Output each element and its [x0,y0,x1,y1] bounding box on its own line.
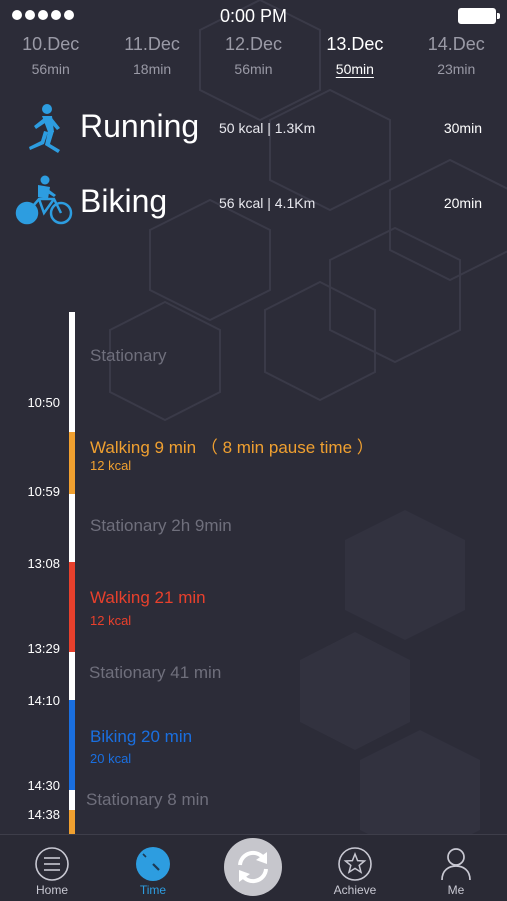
timeline-entry-kcal: 12 kcal [90,613,132,628]
battery-icon [458,8,500,24]
timeline-time: 13:29 [27,641,60,656]
clock-icon [136,847,170,881]
date-duration: 23min [437,61,476,77]
date-label: 10.Dec [22,34,80,54]
timeline-segment-biking [69,700,75,790]
tab-label: Home [35,883,68,897]
star-badge-icon [338,847,372,881]
timeline-time: 10:50 [27,395,60,410]
tab-label: Time [139,883,167,897]
timeline-segment-walking-paused [69,432,75,494]
status-bar: 0:00 PM [0,0,507,30]
sync-icon [238,850,268,884]
activity-duration: 30min [443,120,482,136]
tab-achieve[interactable]: Achieve [315,835,395,901]
activity-stats: 50 kcal | 1.3Km [219,120,316,136]
timeline-segment-stationary [69,312,75,432]
activity-duration: 20min [443,195,482,211]
running-icon [29,104,60,153]
date-duration: 50min [335,61,374,77]
date-label: 12.Dec [224,34,282,54]
date-tab-14-dec[interactable]: 14.Dec 23min [406,32,507,84]
activity-name: Running [80,108,200,144]
date-tab-11-dec[interactable]: 11.Dec 18min [101,32,202,84]
status-time: 0:00 PM [219,6,288,26]
sync-button[interactable] [224,838,282,896]
timeline-entry-kcal: 20 kcal [90,751,132,766]
date-duration: 18min [133,61,172,77]
timeline-time: 10:59 [27,484,60,499]
timeline-time: 14:10 [27,693,60,708]
tab-home[interactable]: Home [12,835,92,901]
timeline-entry-kcal: 12 kcal [90,458,132,473]
date-selector: 10.Dec 56min 11.Dec 18min 12.Dec 56min 1… [0,32,507,84]
tab-label: Achieve [333,883,377,897]
timeline-entry-biking[interactable]: Biking 20 min [90,727,192,747]
date-tab-10-dec[interactable]: 10.Dec 56min [0,32,101,84]
date-label: 14.Dec [427,34,485,54]
timeline-entry-stationary[interactable]: Stationary 2h 9min [90,516,232,536]
person-icon [441,848,471,881]
timeline-segment-stationary [69,652,75,700]
date-label: 11.Dec [124,34,180,54]
date-label: 13.Dec [326,34,384,54]
activity-stats: 56 kcal | 4.1Km [219,195,316,211]
date-duration: 56min [31,61,70,77]
date-tab-12-dec[interactable]: 12.Dec 56min [203,32,304,84]
timeline-segment-stationary [69,494,75,562]
tab-time[interactable]: Time [113,835,193,901]
tab-me[interactable]: Me [416,835,496,901]
timeline-time: 14:38 [27,807,60,822]
date-tab-13-dec[interactable]: 13.Dec 50min [304,32,405,84]
summary-biking[interactable]: Biking 56 kcal | 4.1Km 20min [0,175,507,235]
timeline-segment-walking-paused [69,810,75,834]
timeline-segment-walking [69,562,75,652]
timeline-entry-stationary[interactable]: Stationary 41 min [89,663,221,683]
timeline-time: 14:30 [27,778,60,793]
timeline-entry-walking[interactable]: Walking 9 min （ 8 min pause time ） [90,433,374,458]
biking-icon [15,175,73,225]
tab-label: Me [447,883,465,897]
summary-running[interactable]: Running 50 kcal | 1.3Km 30min [0,100,507,160]
timeline-time: 13:08 [27,556,60,571]
timeline-segment-stationary [69,790,75,810]
home-menu-icon [35,847,69,881]
timeline-entry-walking[interactable]: Walking 21 min [90,588,206,608]
activity-name: Biking [80,183,168,219]
date-duration: 56min [234,61,273,77]
timeline-entry-stationary[interactable]: Stationary 8 min [86,790,209,810]
timeline-entry-stationary[interactable]: Stationary [90,346,167,366]
